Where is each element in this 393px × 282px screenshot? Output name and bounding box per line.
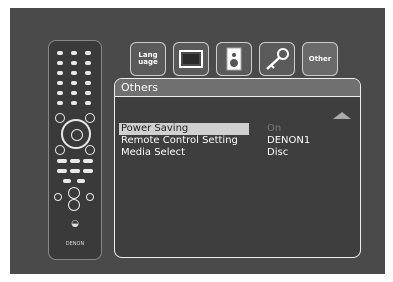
dpad-icon: [61, 119, 91, 149]
tab-language[interactable]: Lang uage: [130, 42, 166, 76]
key-icon: [266, 48, 289, 70]
setting-row-power-saving[interactable]: Power Saving On: [119, 123, 357, 135]
tab-ratings[interactable]: [259, 42, 295, 76]
setting-label: Media Select: [121, 147, 186, 158]
tab-audio[interactable]: [216, 42, 252, 76]
tab-language-label: Lang uage: [138, 51, 158, 66]
frame: ◒ DENON Lang uage Other Others Power Sav…: [0, 0, 393, 282]
bluray-logo-icon: ◒: [71, 219, 79, 229]
setting-label: Power Saving: [119, 123, 249, 135]
tab-other-label: Other: [308, 54, 332, 63]
tab-other[interactable]: Other: [302, 42, 338, 76]
setting-label: Remote Control Setting: [121, 135, 238, 146]
remote-control-image: ◒ DENON: [48, 40, 102, 260]
setting-row-media-select[interactable]: Media Select Disc: [119, 147, 357, 159]
scroll-up-icon[interactable]: [333, 112, 351, 119]
panel-title: Others: [115, 79, 360, 97]
remote-brand: DENON: [65, 241, 85, 247]
tv-icon: [179, 50, 203, 68]
speaker-icon: [226, 47, 242, 71]
settings-panel: Others Power Saving On Remote Control Se…: [114, 78, 361, 258]
setting-value: On: [267, 123, 282, 134]
tab-video[interactable]: [173, 42, 209, 76]
setting-value: DENON1: [267, 135, 311, 146]
setting-row-remote-control[interactable]: Remote Control Setting DENON1: [119, 135, 357, 147]
setting-value: Disc: [267, 147, 289, 158]
